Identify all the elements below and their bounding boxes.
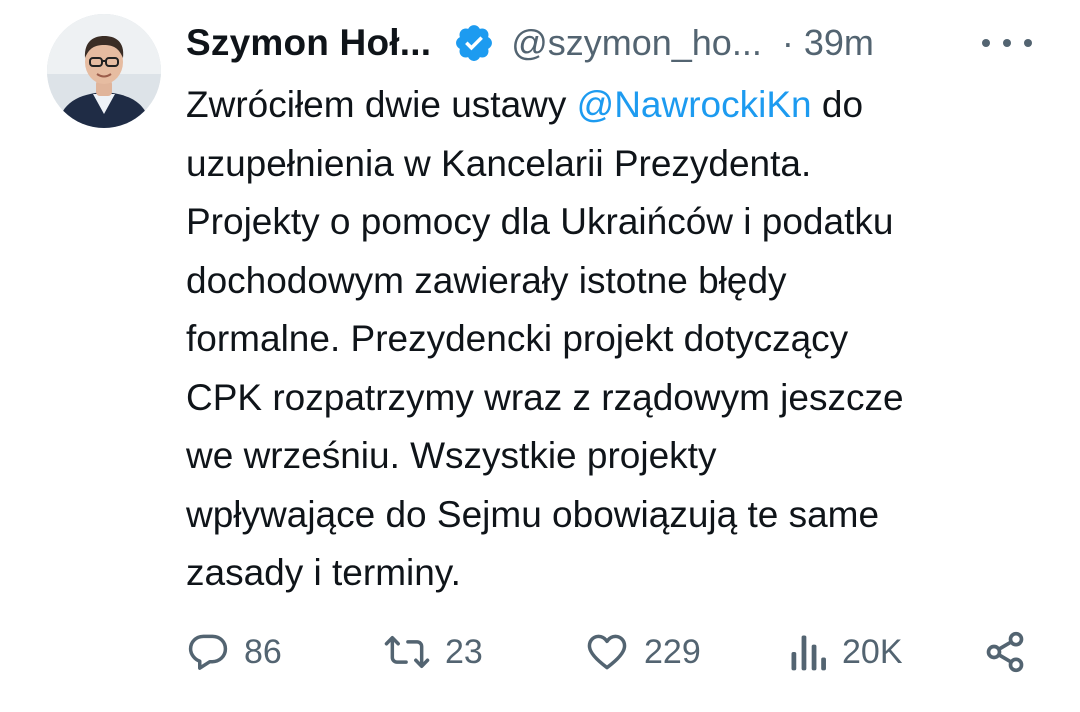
tweet-line: CPK rozpatrzymy wraz z rządowym jeszcze bbox=[186, 376, 904, 418]
heart-icon bbox=[584, 630, 630, 674]
tweet-line: Projekty o pomocy dla Ukraińców i podatk… bbox=[186, 201, 894, 242]
views-count: 20K bbox=[842, 632, 903, 671]
tweet-line: Zwróciłem dwie ustawy @NawrockiKn do bbox=[186, 76, 1056, 135]
tweet-header: Szymon Hoł... @szymon_ho... · 39m bbox=[186, 18, 874, 68]
display-name[interactable]: Szymon Hoł... bbox=[186, 22, 431, 64]
reply-icon bbox=[186, 630, 230, 674]
tweet-line: formalne. Prezydencki projekt dotyczący bbox=[186, 318, 849, 359]
like-count: 229 bbox=[644, 632, 701, 671]
handle[interactable]: @szymon_ho... bbox=[511, 22, 762, 64]
tweet-line: we wrześniu. Wszystkie projekty bbox=[186, 435, 717, 476]
tweet-line: zasady i terminy. bbox=[186, 552, 461, 593]
tweet-line: wpływające do Sejmu obowiązują te same bbox=[186, 493, 880, 535]
share-button[interactable] bbox=[982, 622, 1028, 682]
repost-icon bbox=[383, 630, 431, 674]
tweet-text: Zwróciłem dwie ustawy @NawrockiKn do uzu… bbox=[186, 76, 1056, 603]
reply-button[interactable]: 86 bbox=[186, 622, 282, 682]
tweet: Szymon Hoł... @szymon_ho... · 39m Zwróci… bbox=[0, 0, 1080, 712]
mention-link[interactable]: @NawrockiKn bbox=[577, 84, 812, 125]
timestamp[interactable]: 39m bbox=[804, 22, 874, 64]
tweet-text-segment: Zwróciłem dwie ustawy bbox=[186, 84, 577, 125]
tweet-text-segment: do bbox=[811, 84, 864, 125]
tweet-line: uzupełnienia w Kancelarii Prezydenta. bbox=[186, 142, 812, 184]
share-icon bbox=[982, 630, 1028, 674]
views-chart-icon bbox=[788, 630, 828, 674]
action-bar: 86 23 229 20K bbox=[186, 622, 1036, 682]
like-button[interactable]: 229 bbox=[584, 622, 701, 682]
separator-dot: · bbox=[781, 22, 794, 63]
tweet-line: dochodowym zawierały istotne błędy bbox=[186, 259, 787, 301]
reply-count: 86 bbox=[244, 632, 282, 671]
repost-count: 23 bbox=[445, 632, 483, 671]
avatar[interactable] bbox=[47, 14, 161, 128]
more-dots-icon[interactable] bbox=[982, 30, 1032, 56]
repost-button[interactable]: 23 bbox=[383, 622, 483, 682]
verified-badge-icon bbox=[453, 22, 495, 64]
views-button[interactable]: 20K bbox=[788, 622, 903, 682]
